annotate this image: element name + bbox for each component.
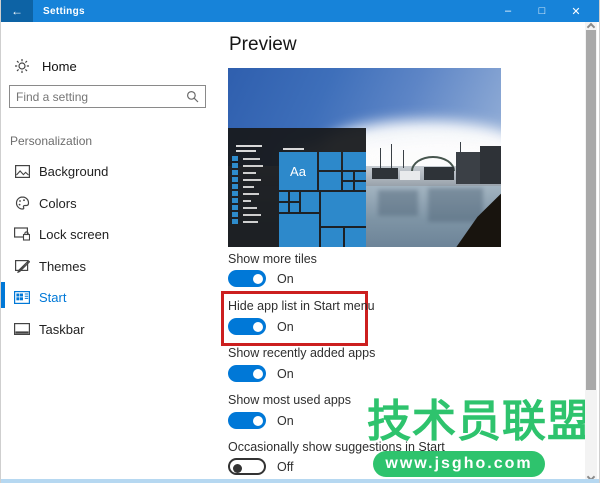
sidebar-item-themes[interactable]: Themes (1, 253, 221, 279)
toggle-state: Off (277, 460, 293, 474)
settings-window: ← Settings – □ ✕ Home Personalization (0, 0, 600, 483)
watermark-url: www.jsgho.com (385, 455, 532, 473)
sidebar-item-label: Taskbar (39, 322, 85, 337)
setting-label-recently-added: Show recently added apps (228, 346, 375, 360)
sidebar-item-home[interactable]: Home (14, 58, 77, 74)
toggle-state: On (277, 367, 294, 381)
sidebar-item-label: Lock screen (39, 227, 109, 242)
toggle-state: On (277, 272, 294, 286)
tile-aa: Aa (279, 152, 317, 190)
sidebar-item-label: Background (39, 164, 108, 179)
page-title: Preview (229, 34, 297, 56)
app-list-preview (232, 156, 263, 226)
toggle-hide-app-list[interactable] (228, 318, 266, 335)
vertical-scrollbar[interactable] (585, 22, 597, 483)
sidebar-item-label: Start (39, 290, 66, 305)
watermark-text: 技术员联盟 (367, 398, 597, 446)
tile-grid-preview: Aa (279, 152, 366, 247)
sidebar-item-lock-screen[interactable]: Lock screen (1, 221, 221, 247)
palette-icon (14, 196, 30, 210)
scrollbar-thumb[interactable] (586, 30, 596, 390)
themes-icon (14, 259, 30, 273)
window-bottom-edge (1, 479, 600, 483)
search-icon (186, 90, 199, 103)
search-input[interactable] (10, 90, 186, 104)
taskbar-icon (14, 323, 30, 335)
section-label: Personalization (10, 134, 92, 148)
search-box (9, 85, 206, 108)
maximize-button[interactable]: □ (525, 0, 559, 22)
gear-icon (14, 58, 30, 74)
toggle-recently-added[interactable] (228, 365, 266, 382)
sidebar-item-label: Themes (39, 259, 86, 274)
toggle-most-used[interactable] (228, 412, 266, 429)
sidebar-item-taskbar[interactable]: Taskbar (1, 316, 221, 342)
sidebar-item-start[interactable]: Start (1, 284, 221, 310)
start-icon (14, 291, 30, 304)
sidebar-item-label: Colors (39, 196, 77, 211)
toggle-state: On (277, 320, 294, 334)
toggle-state: On (277, 414, 294, 428)
toggle-suggestions[interactable] (228, 458, 266, 475)
minimize-button[interactable]: – (491, 0, 525, 22)
lock-screen-icon (14, 227, 30, 241)
close-button[interactable]: ✕ (559, 0, 593, 22)
toggle-show-more-tiles[interactable] (228, 270, 266, 287)
sidebar-item-label: Home (42, 59, 77, 74)
setting-label-hide-app-list: Hide app list in Start menu (228, 299, 375, 313)
sidebar-item-background[interactable]: Background (1, 158, 221, 184)
sidebar: Home Personalization Background Colors (1, 22, 221, 483)
setting-label-most-used: Show most used apps (228, 393, 351, 407)
sidebar-item-colors[interactable]: Colors (1, 190, 221, 216)
titlebar: ← Settings – □ ✕ (1, 0, 600, 22)
setting-label-show-more-tiles: Show more tiles (228, 252, 317, 266)
back-button[interactable]: ← (1, 0, 33, 22)
selected-item-indicator (1, 282, 5, 308)
start-preview-image: Aa (228, 68, 501, 247)
window-title: Settings (43, 6, 85, 17)
watermark-url-badge: www.jsgho.com (373, 451, 545, 477)
image-icon (14, 165, 30, 178)
start-menu-preview: Aa (228, 128, 366, 247)
